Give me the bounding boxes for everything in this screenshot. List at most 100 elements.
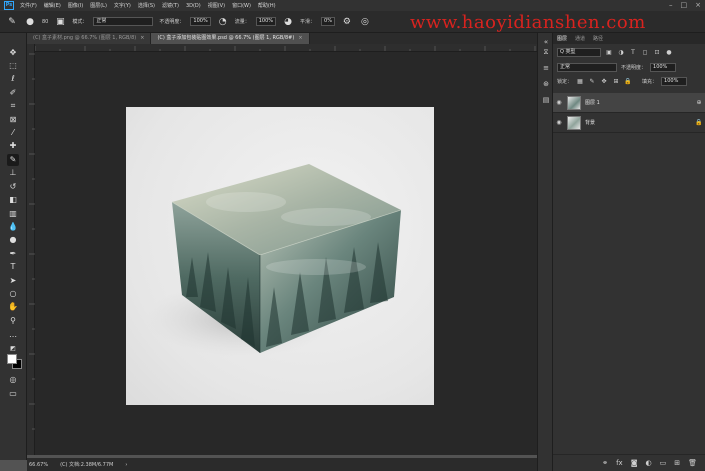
link-layers-icon[interactable]: ⚭ xyxy=(602,459,608,467)
brush-preset-picker-icon[interactable]: ● xyxy=(24,16,36,28)
zoom-level[interactable]: 66.67% xyxy=(29,462,48,468)
layer-name[interactable]: 图层 1 xyxy=(585,99,693,106)
dodge-tool-icon[interactable]: ● xyxy=(7,234,19,246)
layer-kind-filter[interactable]: Q 类型 xyxy=(557,48,601,57)
close-icon[interactable]: × xyxy=(695,1,701,9)
document-canvas[interactable] xyxy=(126,107,434,405)
lock-pixels-icon[interactable]: ✎ xyxy=(588,78,596,86)
menu-window[interactable]: 窗口(W) xyxy=(232,2,251,9)
vertical-ruler[interactable] xyxy=(27,44,35,455)
history-brush-tool-icon[interactable]: ↺ xyxy=(7,181,19,193)
fill-field[interactable]: 100% xyxy=(661,77,688,86)
foreground-color-swatch[interactable] xyxy=(7,354,17,364)
box-mockup-image xyxy=(146,164,402,357)
eraser-tool-icon[interactable]: ◧ xyxy=(7,194,19,206)
type-filter-icon[interactable]: T xyxy=(629,49,637,57)
adjustments-panel-icon[interactable]: ⊛ xyxy=(541,79,551,89)
layer-name[interactable]: 背景 xyxy=(585,119,693,126)
quick-select-tool-icon[interactable]: ✐ xyxy=(7,87,19,99)
menu-image[interactable]: 图像(I) xyxy=(68,2,83,9)
menu-filter[interactable]: 滤镜(T) xyxy=(162,2,179,9)
menu-file[interactable]: 文件(F) xyxy=(20,2,37,9)
blur-tool-icon[interactable]: 💧 xyxy=(7,221,19,233)
trash-icon[interactable]: 🗑 xyxy=(688,459,697,467)
eye-icon[interactable]: ◉ xyxy=(553,99,565,106)
brush-settings-icon[interactable]: ▣ xyxy=(54,16,66,28)
history-panel-icon[interactable]: ⧖ xyxy=(541,47,551,57)
tab-channels[interactable]: 通道 xyxy=(575,35,585,42)
tools-panel: ✥ ⬚ ℓ ✐ ⌗ ⊠ ⁄ ✚ ✎ ⊥ ↺ ◧ ▥ 💧 ● ✒ T ➤ ○ ✋ … xyxy=(0,33,27,460)
add-mask-icon[interactable]: ◙ xyxy=(631,459,638,467)
lock-all-icon[interactable]: 🔒 xyxy=(624,78,632,86)
zoom-tool-icon[interactable]: ⚲ xyxy=(7,315,19,327)
menu-layer[interactable]: 图层(L) xyxy=(90,2,107,9)
blend-mode-select[interactable]: 正常 xyxy=(557,63,617,72)
properties-panel-icon[interactable]: ≡ xyxy=(541,63,551,73)
gradient-tool-icon[interactable]: ▥ xyxy=(7,208,19,220)
move-tool-icon[interactable]: ✥ xyxy=(7,47,19,59)
eyedropper-tool-icon[interactable]: ⁄ xyxy=(7,127,19,139)
quick-mask-icon[interactable]: ◎ xyxy=(7,374,19,386)
healing-brush-tool-icon[interactable]: ✚ xyxy=(7,140,19,152)
flow-field[interactable]: 100% xyxy=(255,17,277,26)
tab-document-1[interactable]: (C) 盒子素材.png @ 66.7% (图层 1, RGB/8) × xyxy=(27,33,152,44)
tab-document-2[interactable]: (C) 盒子添加包装贴图效果.psd @ 66.7% (图层 1, RGB/8#… xyxy=(151,33,310,44)
smoothing-field[interactable]: 0% xyxy=(321,17,335,26)
airbrush-icon[interactable]: ◕ xyxy=(282,16,294,28)
layer-opacity-field[interactable]: 100% xyxy=(650,63,677,72)
gear-icon[interactable]: ⚙ xyxy=(341,16,353,28)
more-tools-icon[interactable]: ⋯ xyxy=(7,331,19,343)
new-layer-icon[interactable]: ⊞ xyxy=(674,459,680,467)
lock-artboard-icon[interactable]: ⊞ xyxy=(612,78,620,86)
tab-label: (C) 盒子添加包装贴图效果.psd @ 66.7% (图层 1, RGB/8#… xyxy=(157,35,295,41)
marquee-tool-icon[interactable]: ⬚ xyxy=(7,60,19,72)
screen-mode-icon[interactable]: ▭ xyxy=(7,388,19,400)
lock-position-icon[interactable]: ✥ xyxy=(600,78,608,86)
close-tab-icon[interactable]: × xyxy=(140,35,144,41)
document-info[interactable]: (C) 文档:2.38M/6.77M xyxy=(60,461,113,468)
brush-tool-preset-icon[interactable]: ✎ xyxy=(6,16,18,28)
adjustment-filter-icon[interactable]: ◑ xyxy=(617,49,625,57)
mode-select[interactable]: 正常 xyxy=(93,17,154,26)
lock-transparency-icon[interactable]: ▦ xyxy=(576,78,584,86)
status-chevron-icon[interactable]: › xyxy=(125,462,127,468)
lasso-tool-icon[interactable]: ℓ xyxy=(7,73,19,85)
canvas-workspace[interactable] xyxy=(35,52,537,455)
angle-icon[interactable]: ◎ xyxy=(359,16,371,28)
tab-paths[interactable]: 路径 xyxy=(593,35,603,42)
tab-layers[interactable]: 图层 xyxy=(557,35,567,42)
type-tool-icon[interactable]: T xyxy=(7,261,19,273)
horizontal-ruler[interactable] xyxy=(35,44,537,52)
maximize-icon[interactable]: □ xyxy=(681,1,688,9)
close-tab-icon[interactable]: × xyxy=(298,35,302,41)
libraries-panel-icon[interactable]: ▤ xyxy=(541,95,551,105)
menu-select[interactable]: 选择(S) xyxy=(138,2,155,9)
path-select-tool-icon[interactable]: ➤ xyxy=(7,275,19,287)
opacity-field[interactable]: 100% xyxy=(190,17,211,26)
menu-view[interactable]: 视图(V) xyxy=(208,2,225,9)
filter-toggle-icon[interactable]: ● xyxy=(665,49,673,57)
shape-tool-icon[interactable]: ○ xyxy=(7,288,19,300)
frame-tool-icon[interactable]: ⊠ xyxy=(7,114,19,126)
pen-tool-icon[interactable]: ✒ xyxy=(7,248,19,260)
brush-tool-icon[interactable]: ✎ xyxy=(7,154,19,166)
smart-object-filter-icon[interactable]: ⊡ xyxy=(653,49,661,57)
menu-type[interactable]: 文字(Y) xyxy=(114,2,131,9)
layer-row-layer-1[interactable]: ◉ 图层 1 ⊕ xyxy=(553,93,705,113)
menu-help[interactable]: 帮助(H) xyxy=(258,2,276,9)
crop-tool-icon[interactable]: ⌗ xyxy=(7,100,19,112)
hand-tool-icon[interactable]: ✋ xyxy=(7,301,19,313)
layer-style-icon[interactable]: fx xyxy=(616,459,623,467)
menu-edit[interactable]: 编辑(E) xyxy=(44,2,61,9)
new-group-icon[interactable]: ▭ xyxy=(660,459,667,467)
menu-3d[interactable]: 3D(D) xyxy=(186,3,201,9)
pressure-opacity-icon[interactable]: ◔ xyxy=(217,16,229,28)
minimize-icon[interactable]: – xyxy=(669,1,673,9)
adjustment-layer-icon[interactable]: ◐ xyxy=(646,459,652,467)
collapse-panels-icon[interactable]: « xyxy=(541,37,551,47)
pixel-filter-icon[interactable]: ▣ xyxy=(605,49,613,57)
clone-stamp-tool-icon[interactable]: ⊥ xyxy=(7,167,19,179)
eye-icon[interactable]: ◉ xyxy=(553,119,565,126)
shape-filter-icon[interactable]: ◻ xyxy=(641,49,649,57)
layer-row-background[interactable]: ◉ 背景 🔒 xyxy=(553,113,705,133)
